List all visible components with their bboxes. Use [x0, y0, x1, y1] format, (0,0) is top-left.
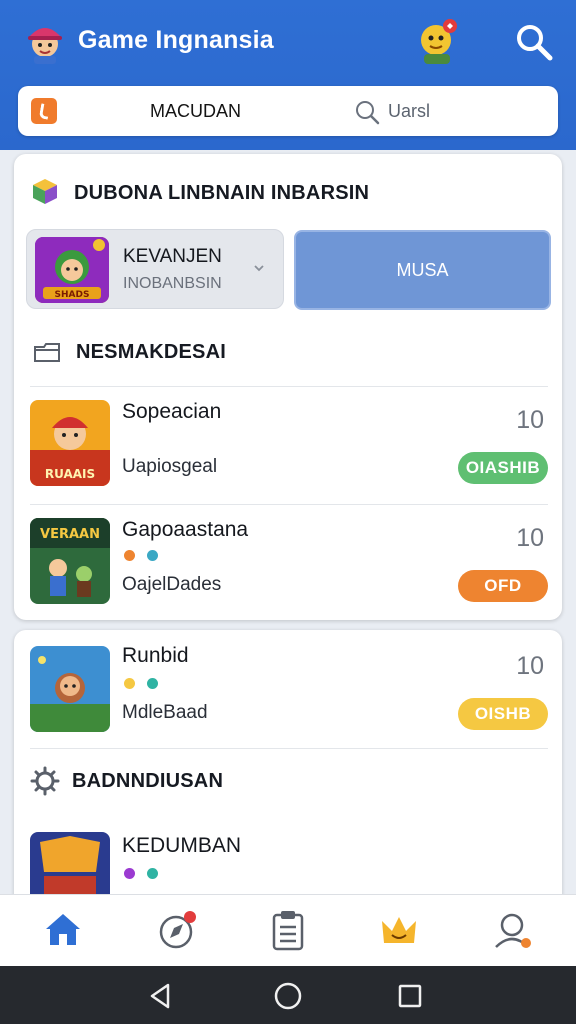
game-count: 10	[516, 406, 544, 434]
folder-icon	[34, 343, 60, 362]
section-title: NESMAKDESAI	[76, 341, 226, 363]
divider	[30, 386, 548, 387]
game-subtitle: MdleBaad	[122, 702, 208, 723]
game-title: KEDUMBAN	[122, 834, 242, 857]
featured-game-thumbnail: SHADS	[35, 237, 109, 303]
game-thumbnail: RUAAIS	[30, 400, 110, 486]
bottom-navigation	[0, 894, 576, 966]
search-tab-label[interactable]: MACUDAN	[150, 101, 241, 122]
featured-game-subtitle: INOBANBSIN	[123, 275, 222, 292]
featured-card: DUBONA LINBNAIN INBARSIN SHADS KEVANJEN …	[14, 154, 562, 620]
tag-dots	[124, 548, 170, 561]
game-thumbnail	[30, 832, 110, 902]
musa-button[interactable]: MUSA	[294, 230, 551, 310]
tag-dot	[124, 678, 135, 689]
thumbnail-caption: RUAAIS	[45, 467, 95, 481]
home-icon[interactable]	[38, 905, 88, 955]
second-card: Runbid 10 MdleBaad OISHB BADNNDIUSAN KED…	[14, 630, 562, 930]
section-title: BADNNDIUSAN	[72, 770, 224, 792]
section-title: DUBONA LINBNAIN INBARSIN	[74, 182, 370, 204]
game-title: Sopeacian	[122, 400, 222, 423]
app-title: Game Ingnansia	[78, 26, 274, 54]
status-badge[interactable]: OISHB	[458, 698, 548, 730]
game-thumbnail	[30, 646, 110, 732]
game-subtitle: Uapiosgeal	[122, 456, 218, 477]
status-badge[interactable]: OFD	[458, 570, 548, 602]
tag-dot	[147, 678, 158, 689]
game-count: 10	[516, 652, 544, 680]
search-input[interactable]: Uarsl	[388, 101, 430, 122]
thumbnail-caption: VERAAN	[40, 527, 100, 542]
tag-dot	[124, 868, 135, 879]
divider	[30, 504, 548, 505]
gear-icon	[30, 766, 60, 796]
game-count: 10	[516, 524, 544, 552]
tag-dot	[147, 550, 158, 561]
chevron-down-icon[interactable]	[253, 262, 265, 274]
compass-icon[interactable]	[153, 905, 203, 955]
game-thumbnail: VERAAN	[30, 518, 110, 604]
recents-icon[interactable]	[394, 980, 426, 1012]
clipboard-icon[interactable]	[263, 905, 313, 955]
search-bar[interactable]: MACUDAN Uarsl	[18, 86, 558, 136]
crown-icon[interactable]	[374, 905, 424, 955]
app-shortcut-icon[interactable]	[31, 98, 57, 124]
search-icon[interactable]	[512, 20, 556, 64]
tag-dot	[124, 550, 135, 561]
search-icon	[356, 101, 380, 125]
tag-dots	[124, 676, 170, 689]
profile-icon[interactable]	[488, 905, 538, 955]
cube-icon	[33, 179, 57, 204]
game-title: Runbid	[122, 644, 189, 667]
list-item[interactable]: RUAAIS Sopeacian 10 Uapiosgeal OIASHIB	[14, 394, 562, 494]
system-navigation-bar	[0, 966, 576, 1024]
tag-dot	[147, 868, 158, 879]
game-title: Gapoaastana	[122, 518, 249, 541]
gamer-mascot-icon[interactable]	[22, 18, 68, 64]
featured-game-title: KEVANJEN	[123, 246, 222, 267]
tag-dots	[124, 866, 170, 879]
thumbnail-caption: SHADS	[55, 290, 90, 300]
app-header: Game Ingnansia MACUDAN Uarsl	[0, 0, 576, 150]
status-badge[interactable]: OIASHIB	[458, 452, 548, 484]
featured-game-card[interactable]: SHADS KEVANJEN INOBANBSIN	[26, 229, 284, 309]
list-item[interactable]: Runbid 10 MdleBaad OISHB	[14, 640, 562, 740]
user-avatar-icon[interactable]	[414, 16, 462, 66]
game-subtitle: OajelDades	[122, 574, 222, 595]
divider	[30, 748, 548, 749]
back-icon[interactable]	[144, 980, 176, 1012]
home-button-icon[interactable]	[272, 980, 304, 1012]
list-item[interactable]: VERAAN Gapoaastana 10 OajelDades OFD	[14, 512, 562, 612]
